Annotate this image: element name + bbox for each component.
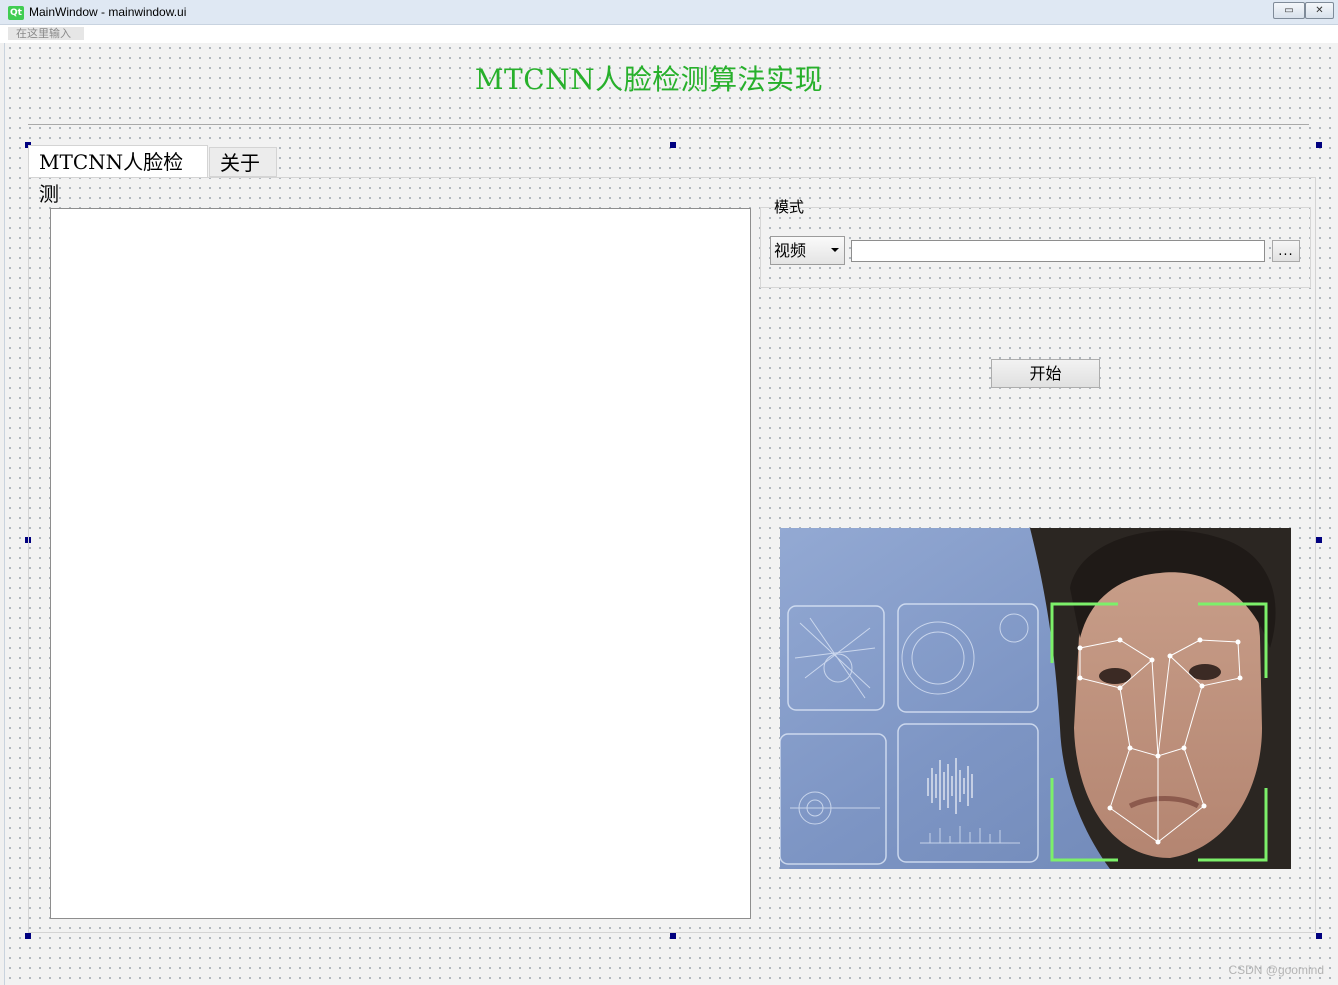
mode-group-title: 模式 [774, 198, 805, 216]
selection-handle[interactable] [1316, 142, 1322, 148]
mode-select[interactable]: 视频 [770, 236, 845, 265]
selection-handle[interactable] [670, 933, 676, 939]
chevron-down-icon [831, 248, 839, 252]
window-title: MainWindow - mainwindow.ui [29, 5, 187, 19]
minimize-button[interactable]: ▭ [1273, 2, 1305, 19]
window-title-bar: Qt MainWindow - mainwindow.ui ▭ ✕ [0, 0, 1338, 25]
selection-handle[interactable] [670, 142, 676, 148]
qt-logo-icon: Qt [8, 6, 24, 20]
menu-bar: 在这里输入 [0, 25, 1338, 43]
selection-handle[interactable] [1316, 933, 1322, 939]
title-divider [28, 124, 1309, 125]
file-path-input[interactable] [851, 240, 1265, 262]
selection-handle[interactable] [25, 933, 31, 939]
tab-mtcnn-detection[interactable]: MTCNN人脸检测 [28, 145, 208, 206]
watermark-text: CSDN @goomind [1228, 963, 1324, 977]
menu-type-here-placeholder[interactable]: 在这里输入 [8, 27, 84, 40]
browse-button[interactable]: ... [1272, 240, 1300, 262]
start-button[interactable]: 开始 [991, 359, 1100, 388]
close-button[interactable]: ✕ [1305, 2, 1334, 19]
video-display-area [50, 208, 751, 919]
mode-select-value: 视频 [774, 241, 807, 260]
tab-about[interactable]: 关于 [209, 147, 277, 177]
selection-handle[interactable] [1316, 537, 1322, 543]
face-recognition-image [780, 528, 1291, 869]
page-title: MTCNN人脸检测算法实现 [474, 63, 824, 96]
